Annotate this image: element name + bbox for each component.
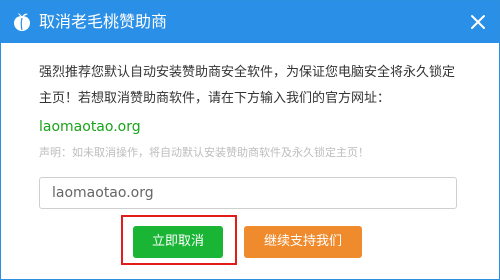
close-icon[interactable]	[469, 13, 487, 31]
dialog-message: 强烈推荐您默认自动安装赞助商安全软件，为保证您电脑安全将永久锁定主页！若想取消赞…	[39, 65, 456, 106]
dialog-titlebar: 取消老毛桃赞助商	[1, 1, 499, 43]
official-site-text: laomaotao.org	[39, 119, 141, 135]
continue-support-button[interactable]: 继续支持我们	[244, 226, 362, 258]
cancel-now-button[interactable]: 立即取消	[133, 226, 223, 258]
site-input[interactable]	[39, 177, 457, 209]
dialog-title: 取消老毛桃赞助商	[39, 12, 168, 31]
cancel-sponsor-dialog: 取消老毛桃赞助商 强烈推荐您默认自动安装赞助商安全软件，为保证您电脑安全将永久锁…	[0, 0, 500, 280]
dialog-body: 强烈推荐您默认自动安装赞助商安全软件，为保证您电脑安全将永久锁定主页！若想取消赞…	[1, 43, 499, 279]
disclaimer-note: 声明：如未取消操作，将自动默认安装赞助商软件及永久锁定主页！	[39, 146, 369, 159]
peach-logo-icon	[12, 12, 32, 32]
